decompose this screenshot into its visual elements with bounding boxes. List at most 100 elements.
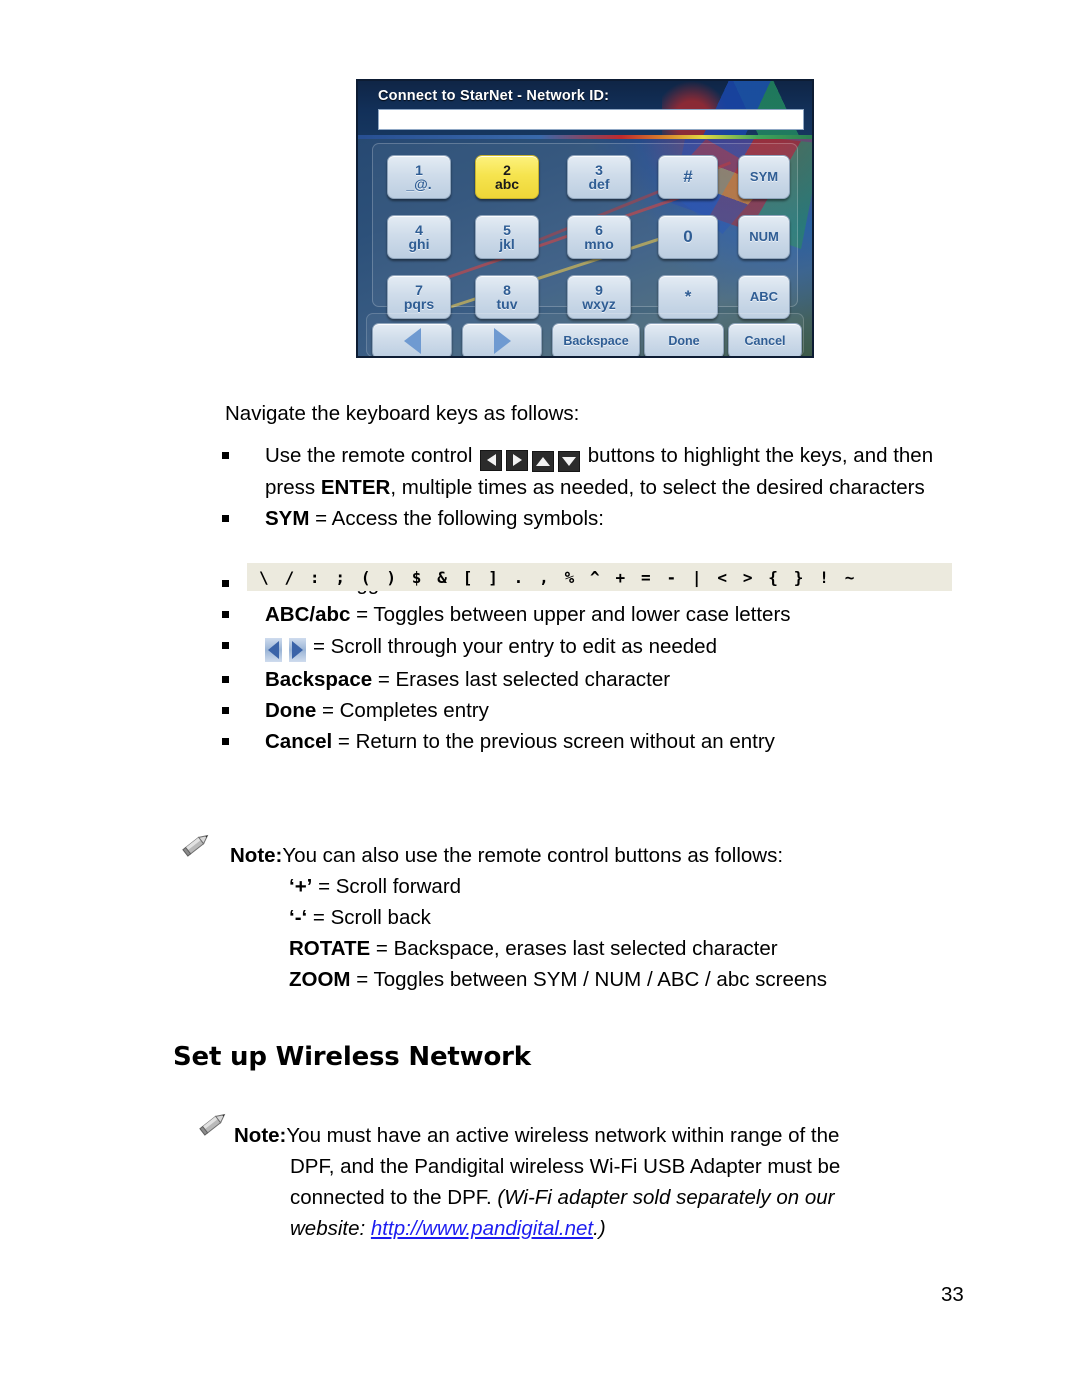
remote-right-icon xyxy=(506,449,529,471)
bullet-sym-text: = Access the following symbols: xyxy=(309,507,604,530)
key-5-digit: 5 xyxy=(503,221,511,238)
note-wireless-block: Note:You must have an active wireless ne… xyxy=(234,1120,994,1244)
remote-left-icon xyxy=(480,449,503,471)
button-done-label: Done xyxy=(668,333,700,348)
key-5-letters: jkl xyxy=(499,236,515,252)
key-1[interactable]: 1 _@. xyxy=(387,155,451,199)
note-remote-line-rotate: ROTATE = Backspace, erases last selected… xyxy=(289,933,970,964)
note-wireless-text-1: You must have an active wireless network… xyxy=(286,1124,840,1147)
scroll-right-icon xyxy=(289,638,306,662)
key-5[interactable]: 5 jkl xyxy=(475,215,539,259)
network-id-input[interactable] xyxy=(378,109,804,130)
key-sym[interactable]: SYM xyxy=(738,155,790,199)
symbol-reference-row: \ / : ; ( ) $ & [ ] . , % ^ + = - | < > … xyxy=(247,563,952,591)
note-wireless-line-3: connected to the DPF. (Wi-Fi adapter sol… xyxy=(290,1182,994,1213)
button-cancel[interactable]: Cancel xyxy=(728,323,802,356)
key-3[interactable]: 3 def xyxy=(567,155,631,199)
key-num-label: NUM xyxy=(749,229,779,245)
key-4[interactable]: 4 ghi xyxy=(387,215,451,259)
key-6-digit: 6 xyxy=(595,221,603,238)
note-remote-key-rotate: ROTATE xyxy=(289,937,371,960)
rainbow-divider xyxy=(358,135,812,139)
note-remote-desc-plus: = Scroll forward xyxy=(312,875,462,898)
bullet-done-text: = Completes entry xyxy=(316,699,489,722)
note-wireless-text-3: connected to the DPF. xyxy=(290,1186,498,1209)
key-hash[interactable]: # xyxy=(658,155,718,199)
note-wireless-line-2: DPF, and the Pandigital wireless Wi-Fi U… xyxy=(290,1151,994,1182)
bullet-remote-pre: Use the remote control xyxy=(265,444,479,467)
bullet-abc: ABC/abc = Toggles between upper and lowe… xyxy=(222,599,982,630)
key-8-digit: 8 xyxy=(503,281,511,298)
key-2[interactable]: 2 abc xyxy=(475,155,539,199)
symbol-list: \ / : ; ( ) $ & [ ] . , % ^ + = - | < > … xyxy=(259,567,858,587)
key-2-digit: 2 xyxy=(503,161,511,178)
scroll-left-icon xyxy=(265,638,282,662)
key-9-letters: wxyz xyxy=(582,296,616,312)
note-remote-block: Note:You can also use the remote control… xyxy=(230,840,970,995)
keyboard-screenshot: Connect to StarNet - Network ID: 1 _@. 2… xyxy=(356,79,814,358)
button-cancel-label: Cancel xyxy=(744,333,786,348)
key-num[interactable]: NUM xyxy=(738,215,790,259)
button-backspace-label: Backspace xyxy=(563,333,629,348)
note-wireless-italic-3: (Wi-Fi adapter sold separately on our xyxy=(497,1186,835,1209)
pencil-icon-svg xyxy=(182,834,209,857)
note-remote-first-line: Note:You can also use the remote control… xyxy=(230,840,970,871)
pencil-icon xyxy=(181,828,215,858)
remote-down-icon xyxy=(558,451,581,472)
note-wireless-line-1: Note:You must have an active wireless ne… xyxy=(234,1120,994,1151)
dialog-title-bar: Connect to StarNet - Network ID: xyxy=(358,81,812,135)
note-remote-key-plus: ‘+’ xyxy=(289,875,313,898)
key-asterisk-label: * xyxy=(684,287,692,307)
bullet-abc-text: = Toggles between upper and lower case l… xyxy=(350,603,791,626)
note-wireless-line-4: website: http://www.pandigital.net.) xyxy=(290,1213,994,1244)
instruction-bullet-list: Use the remote control buttons to highli… xyxy=(222,440,982,757)
arrow-right-icon xyxy=(493,328,511,354)
button-scroll-left[interactable] xyxy=(372,323,452,356)
pencil-icon-2-svg xyxy=(199,1113,226,1136)
key-7-letters: pqrs xyxy=(403,296,435,312)
note-remote-line-minus: ‘-‘ = Scroll back xyxy=(289,902,970,933)
dialog-title: Connect to StarNet - Network ID: xyxy=(378,88,610,104)
key-9-digit: 9 xyxy=(595,281,603,298)
note-wireless-website-label: website: xyxy=(290,1217,371,1240)
key-1-letters: _@. xyxy=(406,176,432,192)
section-heading: Set up Wireless Network xyxy=(173,1042,531,1072)
key-6[interactable]: 6 mno xyxy=(567,215,631,259)
bullet-done: Done = Completes entry xyxy=(222,695,982,726)
note-remote-key-zoom: ZOOM xyxy=(289,968,351,991)
bullet-abc-label: ABC/abc xyxy=(265,603,351,626)
key-sym-label: SYM xyxy=(749,169,779,185)
page-number: 33 xyxy=(941,1283,964,1306)
key-abc-label: ABC xyxy=(749,289,779,305)
key-hash-label: # xyxy=(683,167,693,187)
bullet-cancel-text: = Return to the previous screen without … xyxy=(332,730,775,753)
key-6-letters: mno xyxy=(584,236,614,252)
note-remote-text: You can also use the remote control butt… xyxy=(282,844,784,867)
key-0-label: 0 xyxy=(683,227,693,247)
pandigital-website-link[interactable]: http://www.pandigital.net xyxy=(371,1217,593,1240)
note-wireless-label: Note: xyxy=(234,1124,287,1147)
bullet-sym: SYM = Access the following symbols: xyxy=(222,503,982,534)
key-7-digit: 7 xyxy=(415,281,423,298)
note-remote-desc-zoom: = Toggles between SYM / NUM / ABC / abc … xyxy=(350,968,827,991)
note-remote-label: Note: xyxy=(230,844,283,867)
button-scroll-right[interactable] xyxy=(462,323,542,356)
key-3-letters: def xyxy=(588,176,610,192)
key-4-digit: 4 xyxy=(415,221,423,238)
note-remote-desc-rotate: = Backspace, erases last selected charac… xyxy=(370,937,778,960)
pencil-icon-2 xyxy=(198,1107,232,1137)
bullet-scroll: = Scroll through your entry to edit as n… xyxy=(222,630,982,664)
button-done[interactable]: Done xyxy=(644,323,724,356)
key-0[interactable]: 0 xyxy=(658,215,718,259)
note-wireless-closing: .) xyxy=(593,1217,606,1240)
button-backspace[interactable]: Backspace xyxy=(552,323,640,356)
key-8-letters: tuv xyxy=(496,296,518,312)
key-3-digit: 3 xyxy=(595,161,603,178)
bullet-cancel: Cancel = Return to the previous screen w… xyxy=(222,726,982,757)
note-remote-desc-minus: = Scroll back xyxy=(307,906,431,929)
lead-paragraph: Navigate the keyboard keys as follows: xyxy=(225,402,580,425)
note-remote-key-minus: ‘-‘ xyxy=(289,906,308,929)
remote-up-icon xyxy=(532,451,555,472)
bullet-remote-control: Use the remote control buttons to highli… xyxy=(222,440,982,503)
bullet-cancel-label: Cancel xyxy=(265,730,333,753)
